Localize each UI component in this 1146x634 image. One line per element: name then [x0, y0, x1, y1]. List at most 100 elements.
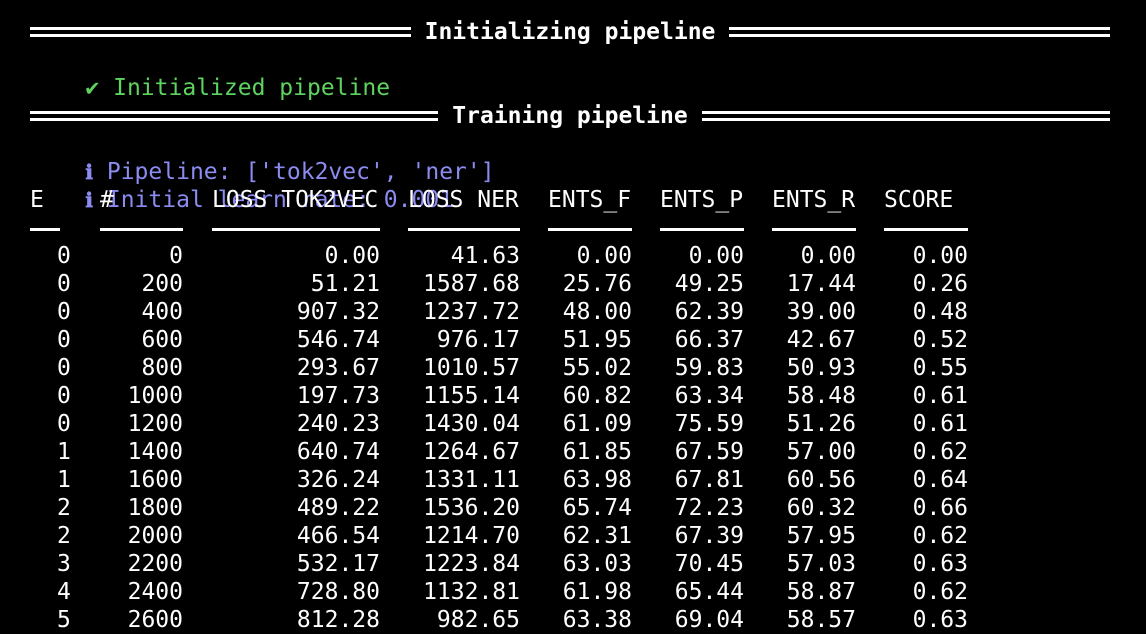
table-cell-loss-tok2vec: 326.24: [296, 467, 380, 493]
section-title: Initializing pipeline: [424, 19, 716, 45]
table-cell-ents-r: 17.44: [786, 271, 856, 297]
table-cell-ents-r: 60.32: [786, 495, 856, 521]
section-header-initializing: Initializing pipeline: [30, 18, 1110, 46]
table-cell-ents-p: 67.81: [674, 467, 744, 493]
table-cell-score: 0.48: [912, 299, 968, 325]
table-cell-epoch: 0: [57, 383, 71, 409]
table-cell-ents-f: 65.74: [562, 495, 632, 521]
table-cell-loss-tok2vec: 240.23: [296, 411, 380, 437]
table-cell-score: 0.62: [912, 579, 968, 605]
column-header-step: #: [100, 187, 114, 213]
table-cell-loss-ner: 1264.67: [423, 439, 520, 465]
table-cell-step: 400: [141, 299, 183, 325]
column-separator: [212, 228, 380, 231]
table-cell-loss-ner: 1223.84: [423, 551, 520, 577]
table-cell-step: 1000: [127, 383, 183, 409]
table-cell-step: 2200: [127, 551, 183, 577]
column-separator: [772, 228, 856, 231]
table-cell-ents-p: 62.39: [674, 299, 744, 325]
table-cell-loss-ner: 1430.04: [423, 411, 520, 437]
table-cell-ents-p: 66.37: [674, 327, 744, 353]
table-cell-step: 1400: [127, 439, 183, 465]
table-cell-epoch: 2: [57, 523, 71, 549]
table-cell-loss-ner: 982.65: [436, 607, 520, 633]
table-cell-ents-r: 58.87: [786, 579, 856, 605]
table-cell-step: 800: [141, 355, 183, 381]
table-cell-step: 0: [169, 243, 183, 269]
table-cell-ents-f: 63.98: [562, 467, 632, 493]
table-cell-epoch: 3: [57, 551, 71, 577]
initialized-message: ✔ Initialized pipeline: [30, 46, 390, 101]
header-rule-right: [701, 102, 1110, 130]
table-cell-step: 2400: [127, 579, 183, 605]
column-separator: [548, 228, 632, 231]
table-cell-loss-tok2vec: 51.21: [310, 271, 380, 297]
header-rule-right: [729, 18, 1110, 46]
table-cell-step: 2600: [127, 607, 183, 633]
table-cell-loss-ner: 1237.72: [423, 299, 520, 325]
table-cell-ents-f: 62.31: [562, 523, 632, 549]
table-cell-ents-f: 55.02: [562, 355, 632, 381]
table-cell-epoch: 1: [57, 439, 71, 465]
table-cell-ents-p: 75.59: [674, 411, 744, 437]
table-cell-ents-r: 50.93: [786, 355, 856, 381]
table-cell-ents-f: 51.95: [562, 327, 632, 353]
table-cell-loss-ner: 1132.81: [423, 579, 520, 605]
table-cell-loss-tok2vec: 728.80: [296, 579, 380, 605]
table-cell-ents-r: 0.00: [800, 243, 856, 269]
table-cell-ents-r: 58.57: [786, 607, 856, 633]
table-cell-ents-f: 61.98: [562, 579, 632, 605]
table-cell-ents-f: 60.82: [562, 383, 632, 409]
table-cell-loss-tok2vec: 812.28: [296, 607, 380, 633]
column-separator: [884, 228, 968, 231]
learn-rate-info-message: ℹ Initial learn rate: 0.001: [30, 158, 453, 213]
table-cell-ents-p: 67.39: [674, 523, 744, 549]
table-cell-ents-f: 61.09: [562, 411, 632, 437]
table-cell-epoch: 4: [57, 579, 71, 605]
table-cell-epoch: 0: [57, 411, 71, 437]
table-cell-epoch: 0: [57, 243, 71, 269]
column-header-epoch: E: [30, 187, 44, 213]
table-cell-score: 0.26: [912, 271, 968, 297]
table-cell-score: 0.64: [912, 467, 968, 493]
table-cell-epoch: 0: [57, 271, 71, 297]
column-separator: [408, 228, 520, 231]
header-rule-left: [30, 18, 411, 46]
table-cell-step: 1800: [127, 495, 183, 521]
column-header-score: SCORE: [884, 187, 954, 213]
table-cell-ents-r: 42.67: [786, 327, 856, 353]
pipeline-info-message: ℹ Pipeline: ['tok2vec', 'ner']: [30, 130, 494, 185]
table-cell-score: 0.00: [912, 243, 968, 269]
column-header-loss-tok2vec: LOSS TOK2VEC: [212, 187, 379, 213]
table-cell-ents-p: 63.34: [674, 383, 744, 409]
table-cell-loss-ner: 1214.70: [423, 523, 520, 549]
table-cell-step: 600: [141, 327, 183, 353]
table-cell-step: 1200: [127, 411, 183, 437]
table-cell-loss-tok2vec: 532.17: [296, 551, 380, 577]
table-cell-ents-r: 60.56: [786, 467, 856, 493]
table-cell-ents-p: 0.00: [688, 243, 744, 269]
table-cell-ents-f: 48.00: [562, 299, 632, 325]
table-cell-score: 0.61: [912, 383, 968, 409]
table-cell-loss-ner: 1587.68: [423, 271, 520, 297]
table-cell-loss-tok2vec: 466.54: [296, 523, 380, 549]
header-rule-left: [30, 102, 439, 130]
table-cell-loss-ner: 976.17: [436, 327, 520, 353]
table-cell-step: 200: [141, 271, 183, 297]
table-cell-ents-r: 57.95: [786, 523, 856, 549]
table-cell-loss-tok2vec: 197.73: [296, 383, 380, 409]
column-header-loss-ner: LOSS NER: [408, 187, 519, 213]
table-cell-epoch: 2: [57, 495, 71, 521]
table-cell-ents-r: 39.00: [786, 299, 856, 325]
column-header-ents-p: ENTS_P: [660, 187, 744, 213]
table-cell-loss-tok2vec: 293.67: [296, 355, 380, 381]
table-cell-score: 0.61: [912, 411, 968, 437]
table-cell-ents-f: 25.76: [562, 271, 632, 297]
table-cell-loss-ner: 1536.20: [423, 495, 520, 521]
table-cell-loss-ner: 41.63: [450, 243, 520, 269]
table-cell-ents-f: 61.85: [562, 439, 632, 465]
table-cell-score: 0.63: [912, 607, 968, 633]
table-cell-step: 1600: [127, 467, 183, 493]
terminal-window: Initializing pipeline ✔ Initialized pipe…: [0, 0, 1146, 634]
section-title: Training pipeline: [452, 103, 688, 129]
